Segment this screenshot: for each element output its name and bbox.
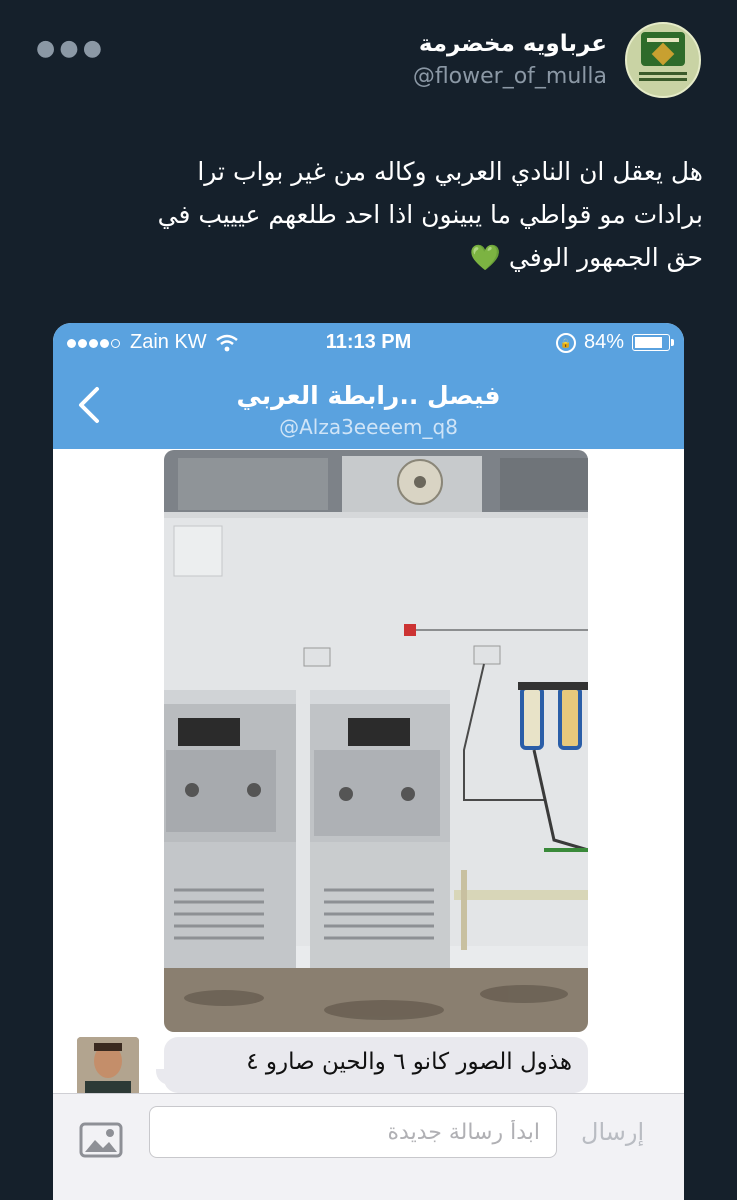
conversation-title: فيصل ..رابطة العربي [236,381,501,410]
tweet-line: برادات مو قواطي ما يبينون اذا احد طلعهم … [157,200,703,229]
battery-percent: 84% [583,331,624,353]
message-bubble[interactable]: هذول الصور كانو ٦ والحين صارو ٤ [156,1037,588,1093]
profile-avatar[interactable] [625,22,701,98]
club-logo [641,32,685,66]
image-attach-icon[interactable] [79,1122,123,1158]
chat-thread: هذول الصور كانو ٦ والحين صارو ٤ [53,449,684,1097]
chat-nav-bar: فيصل ..رابطة العربي @Alza3eeeem_q8 [53,363,684,449]
more-options-icon[interactable]: ● ● ● [36,36,103,61]
green-heart-icon: 💚 [469,243,501,272]
tweet-text: هل يعقل ان النادي العربي وكاله من غير بو… [33,150,703,279]
new-message-input[interactable] [149,1106,557,1158]
display-name[interactable]: عرباويه مخضرمة [413,29,607,59]
tweet-line: هل يعقل ان النادي العربي وكاله من غير بو… [197,157,703,186]
send-button[interactable]: إرسال [581,1118,644,1146]
sender-avatar[interactable] [77,1037,139,1097]
tweet-line: حق الجمهور الوفي [508,243,703,272]
battery-icon [632,334,674,351]
tweet-header: عرباويه مخضرمة @flower_of_mulla [413,22,701,98]
message-composer: إرسال [53,1093,684,1200]
rotation-lock-icon: 🔒 [555,332,576,353]
photo-illustration [164,450,588,1032]
ios-status-bar: Zain KW 11:13 PM 🔒 84% [53,323,684,363]
tweet-media-screenshot[interactable]: Zain KW 11:13 PM 🔒 84% فيصل ..رابطة العر… [53,323,684,1200]
conversation-handle: @Alza3eeeem_q8 [279,415,458,439]
user-handle[interactable]: @flower_of_mulla [413,63,607,91]
message-text: هذول الصور كانو ٦ والحين صارو ٤ [246,1049,572,1075]
water-coolers-photo[interactable] [164,450,588,1032]
